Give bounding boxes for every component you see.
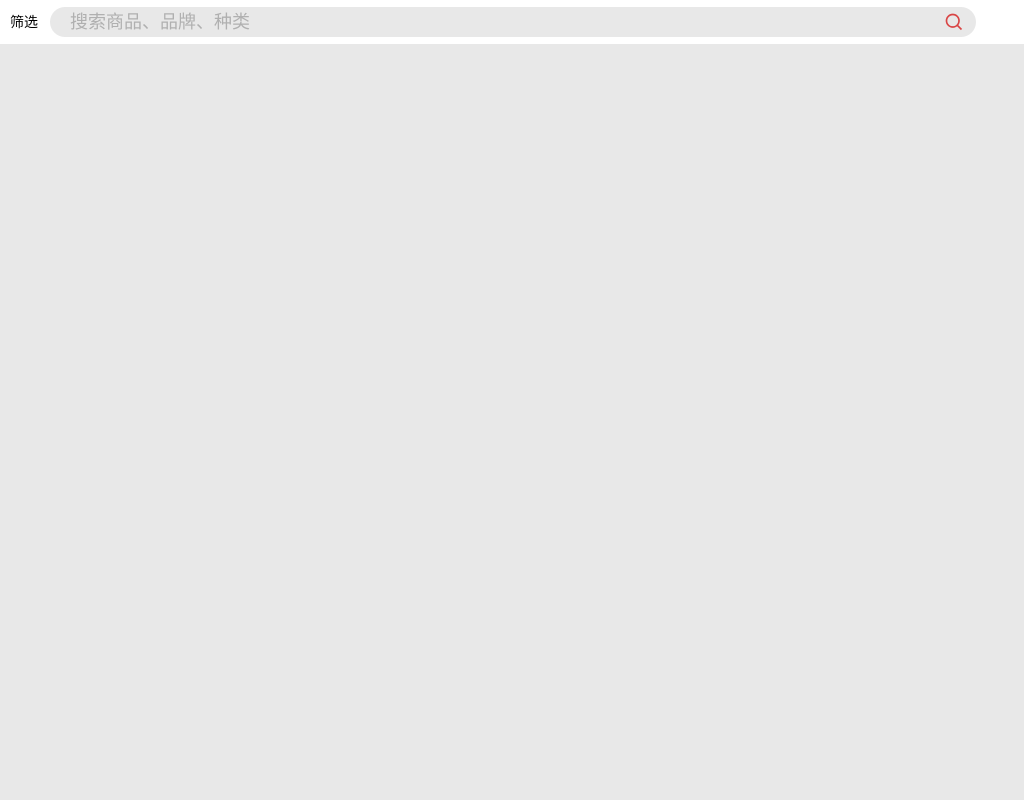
filter-label[interactable]: 筛选	[8, 12, 38, 32]
header-bar: 筛选	[0, 0, 1024, 44]
search-icon	[944, 12, 964, 32]
search-button[interactable]	[942, 10, 966, 34]
search-container	[50, 7, 976, 37]
content-area	[0, 44, 1024, 800]
search-input[interactable]	[70, 12, 942, 33]
